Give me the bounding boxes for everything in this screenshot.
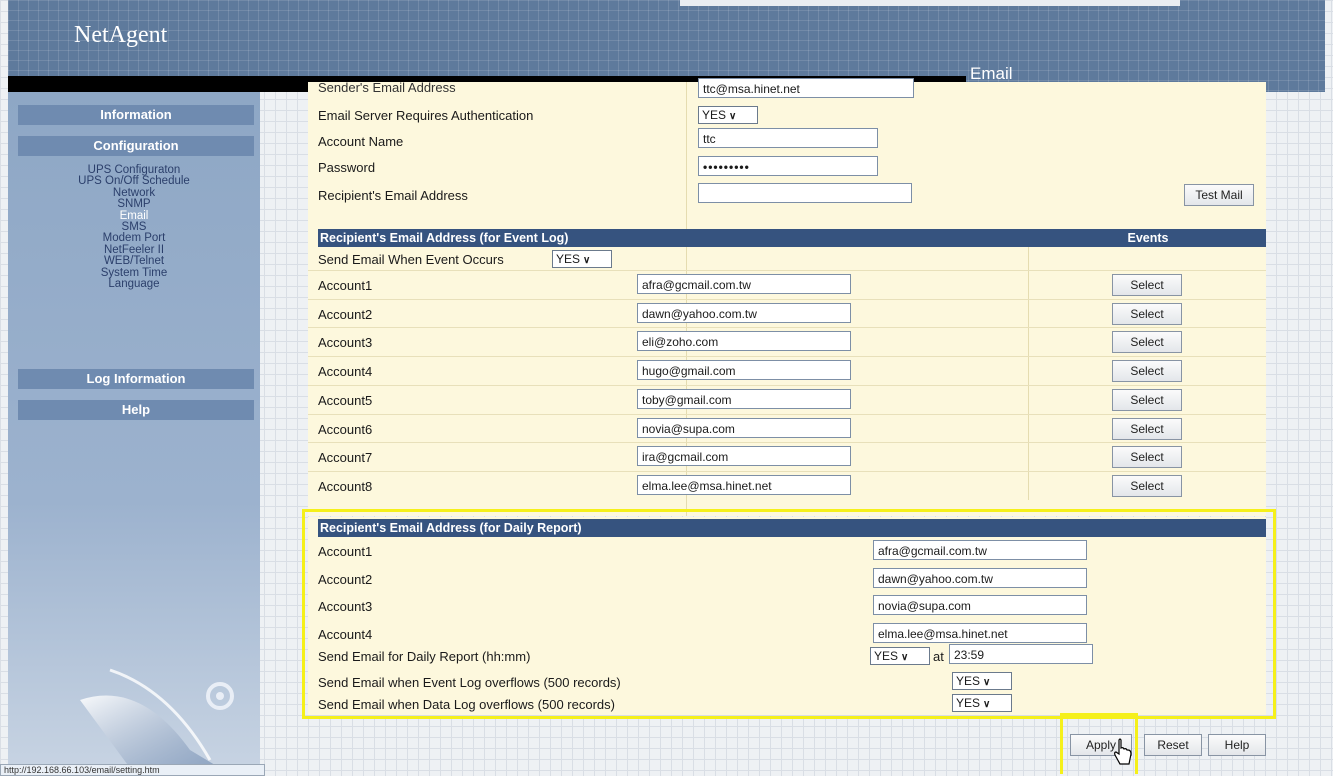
send-on-event-label: Send Email When Event Occurs [318,252,504,267]
row-divider [308,327,1266,329]
event-account-label: Account7 [318,450,373,466]
event-account-label: Account3 [318,335,373,351]
sidebar-section-information[interactable]: Information [18,105,254,125]
event-account-row: Account6 novia@supa.com Select [308,416,1266,444]
row-divider [308,356,1266,358]
event-select-button[interactable]: Select [1112,274,1182,296]
event-account-label: Account8 [318,478,373,494]
event-account-email-field[interactable]: novia@supa.com [637,417,851,438]
sidebar-section-help[interactable]: Help [18,400,254,420]
row-divider [308,442,1266,444]
event-account-email-field[interactable]: elma.lee@msa.hinet.net [637,474,851,495]
sender-email-label: Sender's Email Address [318,80,456,95]
event-account-email-field[interactable]: afra@gcmail.com.tw [637,274,851,294]
event-account-email-field[interactable]: ira@gcmail.com [637,446,851,467]
recipient-email-field[interactable] [698,183,912,203]
account-name-field[interactable]: ttc [698,128,878,148]
event-account-email-field[interactable]: hugo@gmail.com [637,360,851,381]
event-select-button[interactable]: Select [1112,360,1182,383]
help-button[interactable]: Help [1208,734,1266,756]
status-bar-url: http://192.168.66.103/email/setting.htm [0,764,265,776]
event-account-row: Account7 ira@gcmail.com Select [308,444,1266,472]
top-strip [680,0,1180,6]
row-divider [308,270,1266,271]
event-account-row: Account8 elma.lee@msa.hinet.net Select [308,473,1266,501]
reset-button[interactable]: Reset [1144,734,1202,756]
event-account-email-field[interactable]: eli@zoho.com [637,331,851,352]
event-account-label: Account5 [318,392,373,408]
event-account-label: Account2 [318,306,373,322]
row-divider [308,413,1266,415]
send-on-event-select[interactable]: YES ∨ [552,250,612,268]
page-header: NetAgent Email [8,0,1325,92]
password-label: Password [318,160,376,175]
email-settings-form: Sender's Email Address ttc@msa.hinet.net… [308,78,1266,516]
event-account-row: Account2 dawn@yahoo.com.tw Select [308,301,1266,329]
sender-email-field[interactable]: ttc@msa.hinet.net [698,78,914,98]
sidebar-section-configuration[interactable]: Configuration [18,136,254,156]
account-name-label: Account Name [318,134,404,149]
auth-label: Email Server Requires Authentication [318,108,534,123]
recipient-email-label: Recipient's Email Address [318,188,468,203]
event-select-button[interactable]: Select [1112,331,1182,354]
chevron-down-icon: ∨ [729,111,737,122]
event-select-button[interactable]: Select [1112,474,1182,497]
sidebar-section-log-information[interactable]: Log Information [18,369,254,389]
sidebar: Information Configuration UPS Configurat… [8,92,260,774]
event-account-label: Account4 [318,364,373,380]
test-mail-button[interactable]: Test Mail [1184,184,1254,206]
event-account-email-field[interactable]: toby@gmail.com [637,388,851,409]
decorative-artwork [80,668,234,768]
event-account-row: Account3 eli@zoho.com Select [308,329,1266,357]
sidebar-item-web-telnet[interactable]: WEB/Telnet [8,255,260,267]
password-field[interactable]: ••••••••• [698,156,878,176]
row-divider [308,384,1266,386]
event-select-button[interactable]: Select [1112,388,1182,411]
event-select-button[interactable]: Select [1112,417,1182,440]
events-column-header: Events [1030,229,1266,247]
event-account-email-field[interactable]: dawn@yahoo.com.tw [637,302,851,323]
event-account-label: Account6 [318,421,373,437]
highlight-frame-daily-report [302,509,1276,719]
brand-logo: NetAgent [74,22,168,48]
auth-select[interactable]: YES ∨ [698,106,758,124]
event-account-label: Account1 [318,278,373,293]
event-account-row: Account5 toby@gmail.com Select [308,387,1266,415]
chevron-down-icon: ∨ [583,255,591,266]
event-select-button[interactable]: Select [1112,302,1182,325]
row-divider [308,298,1266,300]
row-divider [308,470,1266,472]
hand-cursor-icon [1114,738,1132,765]
event-select-button[interactable]: Select [1112,446,1182,469]
event-account-row: Account1 afra@gcmail.com.tw Select [308,272,1266,300]
event-account-row: Account4 hugo@gmail.com Select [308,358,1266,386]
event-log-section-title: Recipient's Email Address (for Event Log… [318,229,1030,247]
sidebar-config-links: UPS Configuraton UPS On/Off Schedule Net… [8,164,260,290]
sidebar-item-snmp[interactable]: SNMP [8,198,260,210]
page-title: Email [970,64,1013,83]
sidebar-item-language[interactable]: Language [8,278,260,290]
